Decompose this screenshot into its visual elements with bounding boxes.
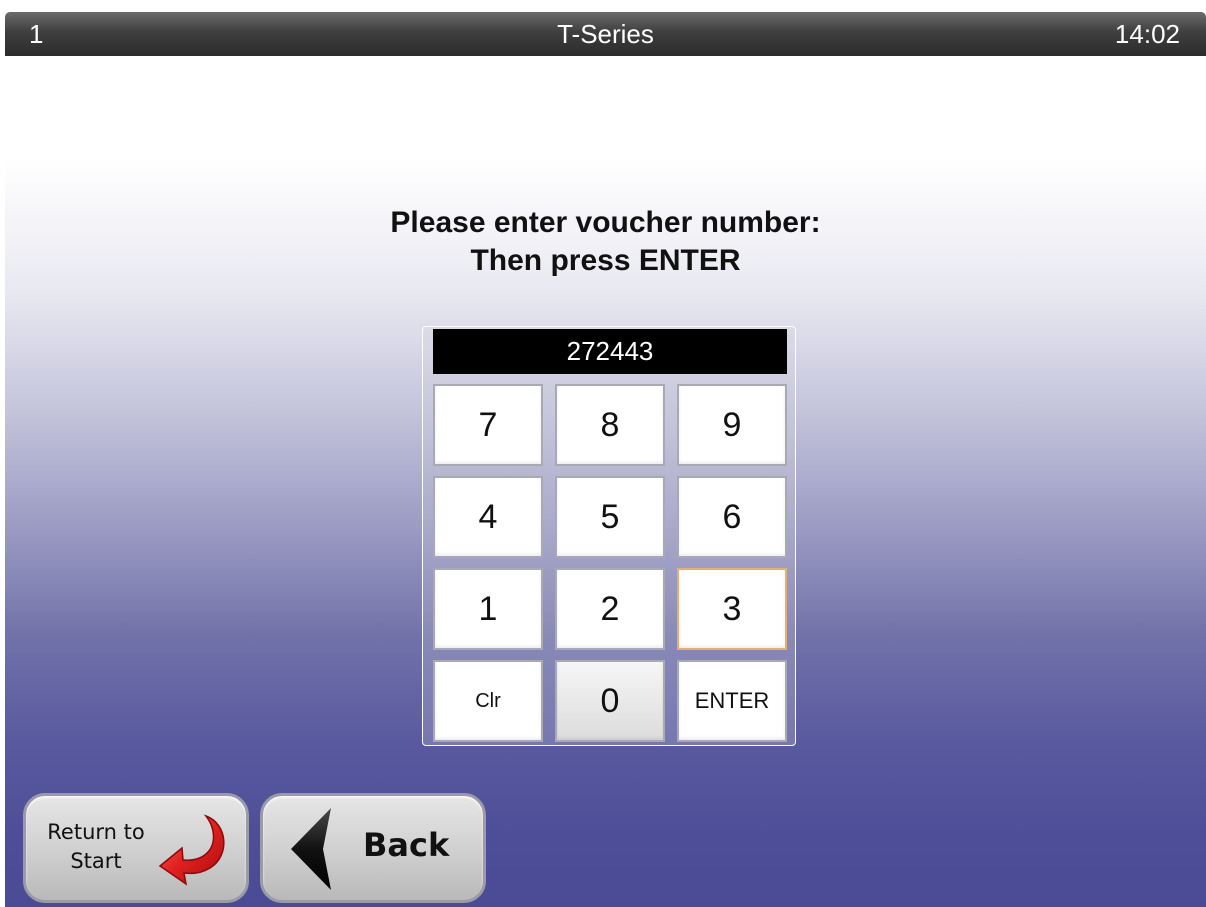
clear-key[interactable]: Clr <box>433 660 543 742</box>
key-2[interactable]: 2 <box>555 568 665 650</box>
numeric-keypad: 272443 7 8 9 4 5 6 1 2 3 Clr 0 ENTER <box>422 326 796 746</box>
key-9[interactable]: 9 <box>677 384 787 466</box>
key-7[interactable]: 7 <box>433 384 543 466</box>
key-8[interactable]: 8 <box>555 384 665 466</box>
return-label-line-2: Start <box>70 849 122 873</box>
return-to-start-label: Return to Start <box>46 818 146 876</box>
key-1[interactable]: 1 <box>433 568 543 650</box>
key-3[interactable]: 3 <box>677 568 787 650</box>
voucher-number-display: 272443 <box>433 329 787 374</box>
title-bar: 1 T-Series 14:02 <box>5 12 1206 56</box>
app-title: T-Series <box>557 19 654 49</box>
prompt-text: Please enter voucher number: Then press … <box>5 204 1206 280</box>
clock: 14:02 <box>1114 19 1180 49</box>
main-screen: Please enter voucher number: Then press … <box>5 56 1206 907</box>
key-5[interactable]: 5 <box>555 476 665 558</box>
curved-return-arrow-icon <box>158 814 225 886</box>
back-label: Back <box>363 826 450 864</box>
back-button[interactable]: Back <box>260 793 486 903</box>
key-4[interactable]: 4 <box>433 476 543 558</box>
key-0[interactable]: 0 <box>555 660 665 742</box>
return-to-start-button[interactable]: Return to Start <box>23 793 249 903</box>
return-label-line-1: Return to <box>47 820 145 844</box>
enter-key[interactable]: ENTER <box>677 660 787 742</box>
left-triangle-arrow-icon <box>291 808 331 890</box>
prompt-line-2: Then press ENTER <box>470 244 741 277</box>
prompt-line-1: Please enter voucher number: <box>390 206 821 239</box>
key-6[interactable]: 6 <box>677 476 787 558</box>
